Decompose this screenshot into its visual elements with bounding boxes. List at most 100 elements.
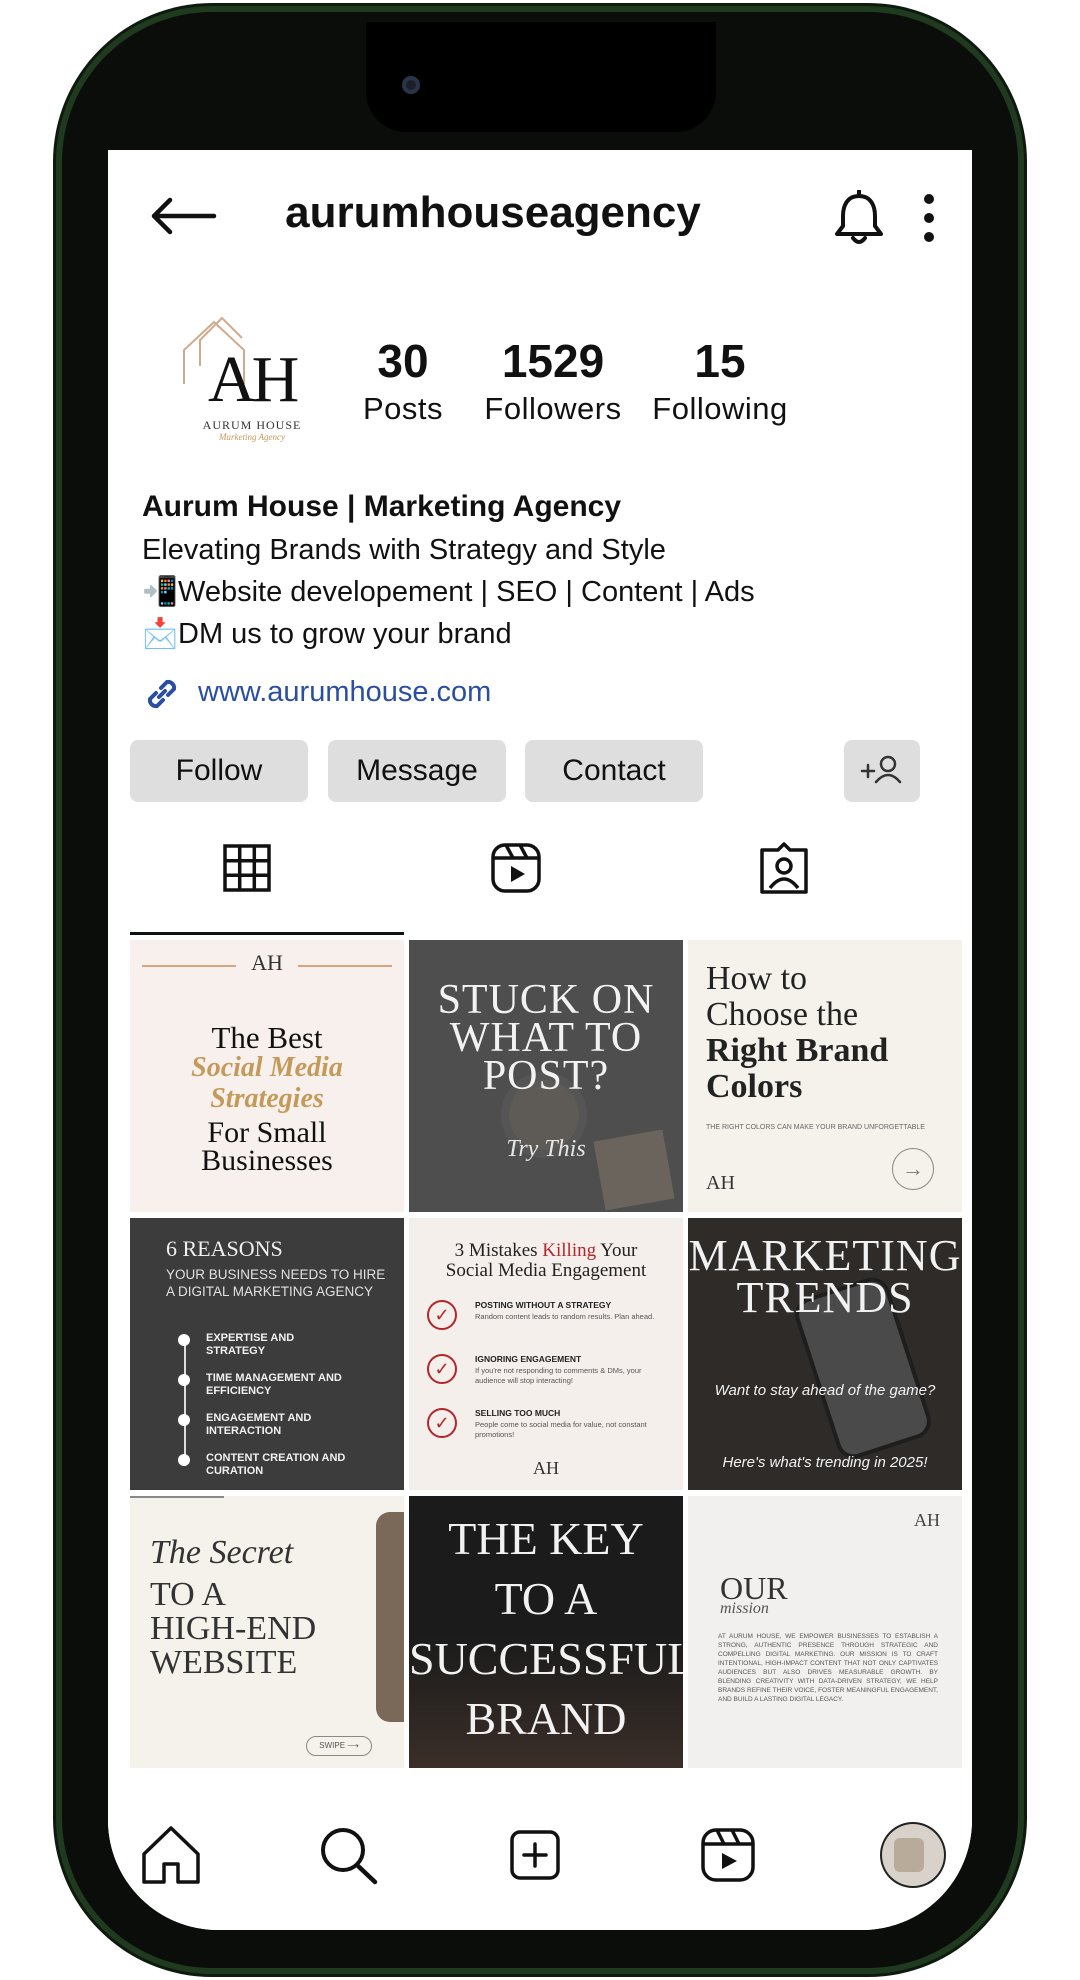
post-5-item-2-head: IGNORING ENGAGEMENT bbox=[475, 1354, 582, 1364]
followers-count-label: Followers bbox=[484, 391, 622, 426]
post-4-item-1-text: EXPERTISE AND STRATEGY bbox=[206, 1332, 295, 1357]
phone-notch bbox=[366, 22, 716, 132]
post-4-item-3-text: ENGAGEMENT AND INTERACTION bbox=[206, 1412, 312, 1437]
bio-line-3-text: DM us to grow your brand bbox=[178, 618, 512, 650]
timeline-dot-icon bbox=[178, 1374, 190, 1386]
post-1-logo: AH bbox=[251, 950, 283, 975]
post-3-caption: THE RIGHT COLORS CAN MAKE YOUR BRAND UNF… bbox=[706, 1124, 925, 1131]
post-5-item-2-body: If you're not responding to comments & D… bbox=[475, 1366, 642, 1385]
followers-count[interactable]: 1529 Followers bbox=[468, 335, 638, 431]
timeline-dot-icon bbox=[178, 1334, 190, 1346]
inbox-emoji-icon: 📩 bbox=[142, 618, 179, 650]
post-7-line-4: WEBSITE bbox=[150, 1644, 298, 1681]
follow-button[interactable]: Follow bbox=[130, 740, 308, 802]
profile-header: aurumhouseagency bbox=[108, 150, 972, 280]
tagged-tab-icon[interactable] bbox=[754, 838, 814, 898]
post-6-line-2: TRENDS bbox=[736, 1273, 914, 1322]
post-5-title-highlight: Killing bbox=[542, 1240, 597, 1261]
post-tile-6[interactable]: MARKETING TRENDS Want to stay ahead of t… bbox=[688, 1218, 962, 1490]
contact-button[interactable]: Contact bbox=[525, 740, 703, 802]
post-8-line-1: THE KEY bbox=[448, 1513, 644, 1564]
post-5-title-a: 3 Mistakes bbox=[454, 1240, 543, 1261]
post-3-line-4: Colors bbox=[706, 1068, 803, 1105]
instagram-profile-screen: aurumhouseagency AH AURUM HOUSE Marketin… bbox=[108, 150, 972, 1930]
post-3-line-3: Right Brand bbox=[706, 1032, 889, 1069]
post-5-title: 3 Mistakes Killing Your bbox=[409, 1240, 683, 1262]
post-7-swipe-pill: SWIPE ⟶ bbox=[306, 1736, 372, 1756]
logo-tagline: Marketing Agency bbox=[218, 432, 286, 442]
reels-icon[interactable] bbox=[693, 1820, 763, 1890]
following-count[interactable]: 15 Following bbox=[631, 335, 809, 431]
post-tile-9[interactable]: AH OUR mission AT AURUM HOUSE, WE EMPOWE… bbox=[688, 1496, 962, 1768]
front-camera bbox=[402, 76, 420, 94]
profile-bio: Aurum House | Marketing Agency Elevating… bbox=[142, 485, 942, 655]
post-tile-1[interactable]: AH The Best Social Media Strategies For … bbox=[130, 940, 404, 1212]
post-7-swipe-text: SWIPE bbox=[319, 1741, 346, 1750]
post-6-line-4: Here's what's trending in 2025! bbox=[722, 1454, 928, 1471]
post-tile-5[interactable]: 3 Mistakes Killing Your Social Media Eng… bbox=[409, 1218, 683, 1490]
post-2-line-3: POST? bbox=[482, 1053, 610, 1099]
post-5-title-c: Your bbox=[596, 1240, 638, 1261]
post-5-item-3-body: People come to social media for value, n… bbox=[475, 1420, 647, 1439]
notification-bell-icon[interactable] bbox=[833, 190, 885, 246]
post-9-line-2: mission bbox=[720, 1600, 769, 1617]
bio-line-2: 📲Website developement | SEO | Content | … bbox=[142, 571, 942, 613]
search-icon[interactable] bbox=[313, 1820, 383, 1890]
display-name: Aurum House | Marketing Agency bbox=[142, 490, 622, 523]
post-tile-2[interactable]: STUCK ON WHAT TO POST? Try This bbox=[409, 940, 683, 1212]
profile-avatar[interactable] bbox=[882, 1824, 944, 1886]
add-person-icon bbox=[860, 755, 902, 784]
post-3-arrow-icon: → bbox=[892, 1148, 934, 1190]
following-count-value: 15 bbox=[694, 335, 746, 387]
post-1-line-1: The Best bbox=[211, 1020, 323, 1055]
bio-line-1: Elevating Brands with Strategy and Style bbox=[142, 529, 942, 571]
profile-picture[interactable]: AH AURUM HOUSE Marketing Agency bbox=[156, 310, 316, 450]
post-4-title: 6 REASONS bbox=[166, 1236, 283, 1261]
grid-tab-icon[interactable] bbox=[217, 838, 277, 898]
bottom-navigation bbox=[108, 1790, 972, 1930]
website-url[interactable]: www.aurumhouse.com bbox=[198, 676, 491, 709]
post-5-title-line-2: Social Media Engagement bbox=[445, 1260, 647, 1281]
check-circle-icon: ✓ bbox=[427, 1408, 457, 1438]
post-tile-8[interactable]: THE KEY TO A SUCCESSFUL BRAND bbox=[409, 1496, 683, 1768]
post-tile-7[interactable]: The Secret TO A HIGH-END WEBSITE SWIPE ⟶ bbox=[130, 1496, 404, 1768]
post-8-line-3: SUCCESSFUL bbox=[409, 1633, 683, 1684]
post-4-item-2-text: TIME MANAGEMENT AND EFFICIENCY bbox=[206, 1372, 342, 1397]
link-icon bbox=[147, 679, 177, 709]
more-options-icon[interactable] bbox=[922, 192, 936, 244]
posts-count[interactable]: 30 Posts bbox=[333, 335, 473, 431]
post-4-subtitle: YOUR BUSINESS NEEDS TO HIRE A DIGITAL MA… bbox=[166, 1267, 386, 1299]
new-post-icon[interactable] bbox=[500, 1820, 570, 1890]
reels-tab-icon[interactable] bbox=[486, 838, 546, 898]
post-7-line-1: The Secret bbox=[150, 1534, 294, 1571]
active-tab-indicator bbox=[130, 932, 404, 935]
post-7-line-3: HIGH-END bbox=[150, 1610, 317, 1647]
check-circle-icon: ✓ bbox=[427, 1354, 457, 1384]
posts-count-value: 30 bbox=[377, 335, 429, 387]
post-1-line-3: Strategies bbox=[210, 1083, 324, 1114]
check-circle-icon: ✓ bbox=[427, 1300, 457, 1330]
profile-username: aurumhouseagency bbox=[285, 188, 701, 237]
post-3-logo: AH bbox=[706, 1172, 735, 1194]
timeline-dot-icon bbox=[178, 1414, 190, 1426]
following-count-label: Following bbox=[652, 391, 788, 426]
post-9-body: AT AURUM HOUSE, WE EMPOWER BUSINESSES TO… bbox=[718, 1633, 938, 1703]
logo-initials: AH bbox=[208, 343, 299, 416]
post-tile-3[interactable]: How to Choose the Right Brand Colors THE… bbox=[688, 940, 962, 1212]
post-1-line-2: Social Media bbox=[191, 1052, 343, 1083]
post-4-item-4-text: CONTENT CREATION AND CURATION bbox=[206, 1452, 346, 1477]
post-tile-4[interactable]: 6 REASONS YOUR BUSINESS NEEDS TO HIRE A … bbox=[130, 1218, 404, 1490]
post-7-side-photo bbox=[376, 1512, 404, 1722]
post-2-line-4: Try This bbox=[506, 1136, 586, 1162]
post-9-logo: AH bbox=[914, 1510, 940, 1530]
post-3-line-1: How to bbox=[706, 960, 808, 997]
post-3-line-2: Choose the bbox=[706, 996, 859, 1033]
suggest-people-button[interactable] bbox=[844, 740, 920, 802]
bio-line-3: 📩DM us to grow your brand bbox=[142, 613, 942, 655]
timeline-dot-icon bbox=[178, 1454, 190, 1466]
post-7-top-rule bbox=[130, 1496, 224, 1498]
home-icon[interactable] bbox=[136, 1820, 206, 1890]
back-arrow-icon[interactable] bbox=[148, 196, 218, 236]
message-button[interactable]: Message bbox=[328, 740, 506, 802]
post-5-logo: AH bbox=[533, 1458, 559, 1478]
